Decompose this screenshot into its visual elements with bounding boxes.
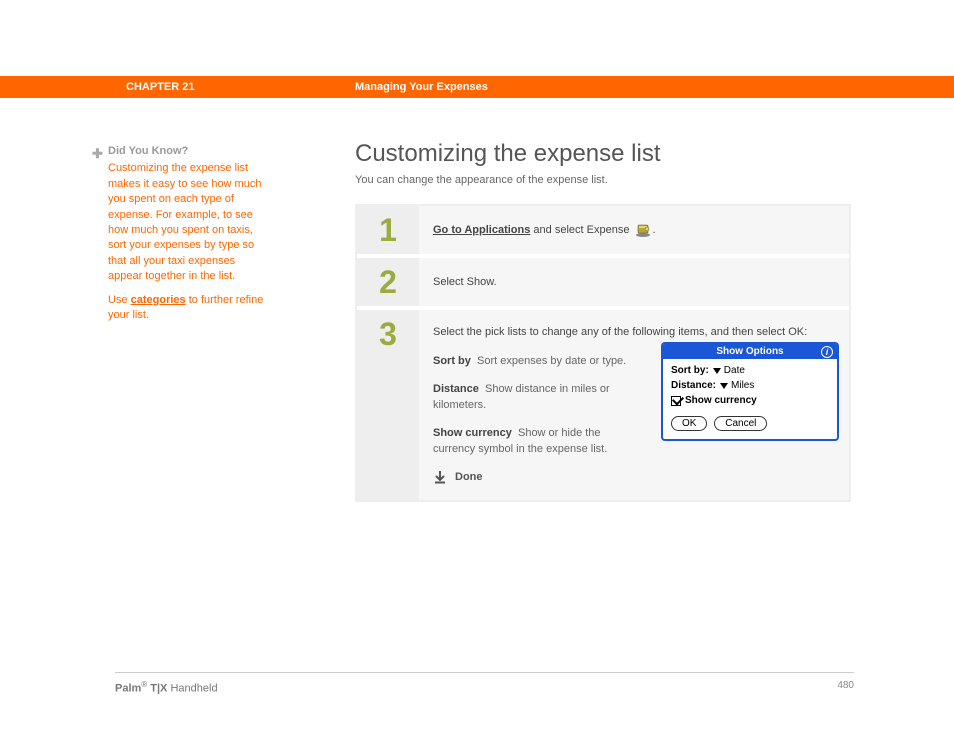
step-3-lead: Select the pick lists to change any of t…: [433, 326, 835, 338]
done-label: Done: [455, 471, 483, 483]
tip-body-2-pre: Use: [108, 294, 131, 306]
step-number: 1: [357, 206, 419, 254]
sort-by-value[interactable]: Date: [724, 365, 745, 376]
step-1-text: and select Expense: [530, 224, 632, 236]
step-number: 3: [357, 310, 419, 500]
def-distance: Distance Show distance in miles or kilom…: [433, 382, 628, 414]
def-key: Sort by: [433, 355, 471, 367]
step-2: 2 Select Show.: [357, 258, 849, 310]
steps-container: 1 Go to Applications and select Expense …: [355, 204, 851, 502]
tip-body-1: Customizing the expense list makes it ea…: [108, 161, 268, 284]
done-arrow-icon: [433, 470, 447, 484]
chapter-label: CHAPTER 21: [126, 81, 194, 93]
distance-row: Distance: Miles: [671, 380, 829, 391]
step-2-text: Select Show.: [433, 276, 497, 288]
distance-value[interactable]: Miles: [731, 380, 754, 391]
done-row: Done: [433, 470, 835, 484]
dropdown-icon[interactable]: [713, 368, 721, 374]
dropdown-icon[interactable]: [720, 383, 728, 389]
footer-divider: [115, 672, 854, 673]
main-content: Customizing the expense list You can cha…: [355, 140, 855, 502]
def-key: Distance: [433, 383, 479, 395]
expense-icon: [635, 223, 651, 237]
header-bar: CHAPTER 21 Managing Your Expenses: [0, 76, 954, 98]
dialog-title: Show Options: [716, 346, 783, 357]
footer-brand: Palm® T|X Handheld: [115, 680, 218, 695]
page-title: Customizing the expense list: [355, 140, 855, 168]
distance-label: Distance:: [671, 380, 716, 391]
def-show-currency: Show currency Show or hide the currency …: [433, 426, 628, 458]
ok-button[interactable]: OK: [671, 416, 707, 431]
step-2-content: Select Show.: [419, 258, 849, 306]
footer-brand-tail: Handheld: [167, 683, 217, 695]
sort-by-row: Sort by: Date: [671, 365, 829, 376]
definitions: Sort by Sort expenses by date or type. D…: [433, 354, 628, 458]
page-intro: You can change the appearance of the exp…: [355, 174, 855, 186]
sidebar-tip: ✚ Did You Know? Customizing the expense …: [108, 144, 268, 331]
step-3-content: Select the pick lists to change any of t…: [419, 310, 849, 500]
step-3: 3 Select the pick lists to change any of…: [357, 310, 849, 500]
step-1-period: .: [653, 224, 656, 236]
dialog-title-bar: Show Options i: [663, 344, 837, 359]
def-key: Show currency: [433, 427, 512, 439]
step-1-content: Go to Applications and select Expense .: [419, 206, 849, 254]
sort-by-label: Sort by:: [671, 365, 709, 376]
def-sort-by: Sort by Sort expenses by date or type.: [433, 354, 628, 370]
step-1: 1 Go to Applications and select Expense …: [357, 206, 849, 258]
plus-icon: ✚: [92, 145, 103, 163]
step-number: 2: [357, 258, 419, 306]
show-options-dialog: Show Options i Sort by: Date Distance:: [661, 342, 839, 441]
did-you-know-label: Did You Know?: [108, 144, 268, 159]
go-to-applications-link[interactable]: Go to Applications: [433, 224, 530, 236]
page-number: 480: [837, 680, 854, 691]
info-icon[interactable]: i: [821, 346, 833, 358]
show-currency-label: Show currency: [685, 395, 757, 406]
footer-brand-tx: T|X: [147, 683, 167, 695]
show-currency-row: Show currency: [671, 395, 829, 406]
def-desc: Sort expenses by date or type.: [477, 355, 626, 367]
chapter-subject: Managing Your Expenses: [355, 81, 488, 93]
tip-body-2: Use categories to further refine your li…: [108, 293, 268, 324]
dialog-body: Sort by: Date Distance: Miles: [663, 359, 837, 439]
categories-link[interactable]: categories: [131, 294, 186, 306]
cancel-button[interactable]: Cancel: [714, 416, 767, 431]
show-currency-checkbox[interactable]: [671, 396, 681, 406]
footer-brand-palm: Palm: [115, 683, 141, 695]
